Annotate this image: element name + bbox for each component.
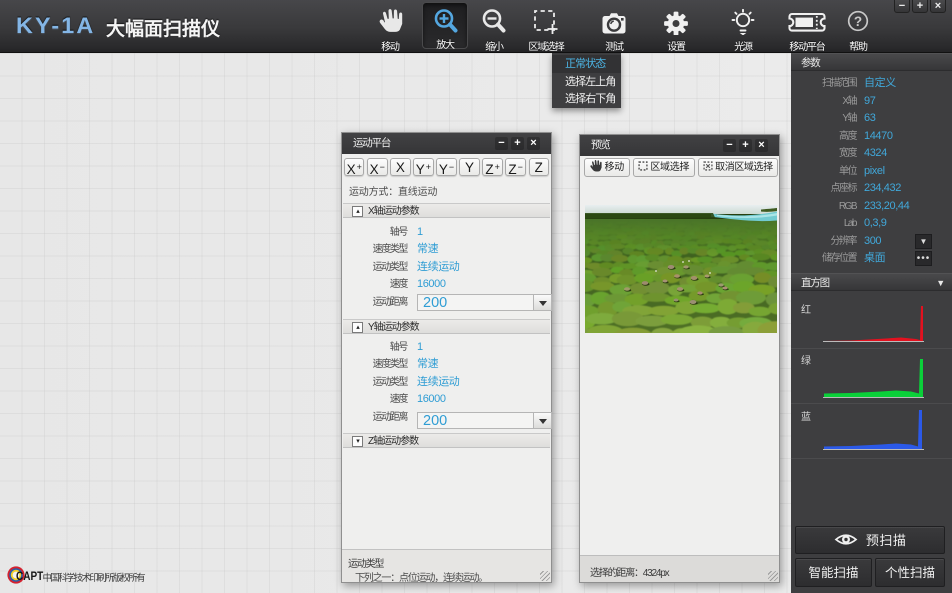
svg-text:?: ?: [854, 14, 862, 29]
